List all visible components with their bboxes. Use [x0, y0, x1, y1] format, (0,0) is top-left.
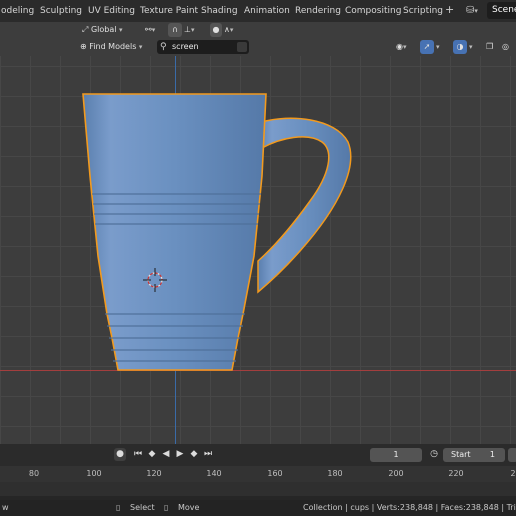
tab-texture-paint[interactable]: Texture Paint — [135, 3, 203, 19]
globe-icon: ⊕ — [80, 42, 87, 51]
mug-handle[interactable] — [257, 117, 352, 294]
ruler-tick: 120 — [146, 469, 162, 478]
3d-viewport[interactable] — [0, 56, 516, 444]
play-reverse-icon: ◀ — [162, 449, 170, 459]
status-select-label: Select — [130, 503, 155, 512]
visibility-dropdown[interactable]: ◉▾ — [396, 40, 416, 54]
find-models-dropdown[interactable]: ⊕ Find Models ▾ — [80, 40, 154, 54]
overlays-dropdown[interactable]: ▾ — [469, 40, 479, 54]
wireframe-icon: ◎ — [502, 42, 509, 51]
play-reverse-button[interactable]: ◀ — [160, 448, 172, 461]
scene-statistics: Collection | cups | Verts:238,848 | Face… — [303, 503, 516, 512]
tab-modeling[interactable]: odeling — [0, 3, 39, 19]
ruler-tick: 2 — [510, 469, 516, 478]
find-models-label: Find Models — [89, 42, 137, 51]
mug-body[interactable] — [82, 93, 267, 371]
falloff-dropdown[interactable]: ∧▾ — [224, 23, 246, 37]
snap-target-icon: ⊥ — [184, 25, 191, 34]
chevron-down-icon: ▾ — [469, 43, 473, 51]
pivot-dropdown[interactable]: ⚯▾ — [145, 23, 165, 37]
workspace-tabs-bar: odeling Sculpting UV Editing Texture Pai… — [0, 0, 516, 22]
start-label: Start — [451, 450, 471, 459]
orientation-icon: ⤢ — [82, 25, 89, 34]
mug-model[interactable] — [0, 56, 516, 444]
snap-target-dropdown[interactable]: ⊥▾ — [184, 23, 206, 37]
clear-search-button[interactable] — [237, 42, 247, 52]
search-value: screen — [172, 42, 199, 51]
status-move-label: Move — [178, 503, 200, 512]
ruler-tick: 180 — [327, 469, 343, 478]
ruler-tick: 220 — [448, 469, 464, 478]
tab-scripting[interactable]: Scripting — [398, 3, 448, 19]
jump-start-icon: ⏮ — [133, 449, 143, 459]
chevron-down-icon: ▾ — [436, 43, 440, 51]
proportional-edit-icon: ● — [212, 25, 220, 34]
add-workspace-button[interactable]: + — [445, 3, 454, 16]
next-keyframe-button[interactable]: ◆ — [188, 448, 200, 461]
ruler-tick: 80 — [28, 469, 40, 478]
timeline-track[interactable] — [0, 482, 516, 496]
viewport-toolbar: ⤢ Global ▾ ⚯▾ ∩ ⊥▾ ● ∧▾ — [0, 22, 516, 38]
pivot-icon: ⚯ — [145, 25, 152, 34]
tab-compositing[interactable]: Compositing — [340, 3, 406, 19]
magnet-icon: ∩ — [172, 25, 178, 34]
scene-name-field[interactable]: Scene — [487, 2, 516, 19]
tab-sculpting[interactable]: Sculpting — [35, 3, 87, 19]
tab-animation[interactable]: Animation — [239, 3, 295, 19]
shading-wireframe-button[interactable]: ◎ — [502, 40, 514, 54]
play-button[interactable]: ▶ — [174, 448, 186, 461]
tab-uv-editing[interactable]: UV Editing — [83, 3, 140, 19]
jump-end-icon: ⏭ — [203, 449, 213, 459]
search-input[interactable]: ⚲ screen — [157, 40, 249, 54]
eye-icon: ◉ — [396, 42, 403, 51]
gizmo-icon: ➚ — [423, 42, 431, 51]
jump-start-button[interactable]: ⏮ — [132, 448, 144, 461]
status-left-fragment: w — [2, 503, 9, 512]
stopwatch-icon[interactable]: ◷ — [428, 448, 440, 461]
search-icon: ⚲ — [160, 42, 167, 52]
snap-toggle[interactable]: ∩ — [168, 23, 182, 37]
mouse-left-icon: ▯ — [116, 503, 121, 512]
overlays-icon: ◑ — [456, 42, 464, 51]
chevron-down-icon: ▾ — [138, 43, 143, 51]
orientation-label: Global — [90, 25, 117, 34]
auto-keying-toggle[interactable]: ● — [114, 448, 126, 461]
record-icon: ● — [116, 449, 124, 459]
next-keyframe-icon: ◆ — [190, 449, 198, 459]
current-frame-field[interactable]: 1 — [370, 448, 422, 462]
ruler-tick: 100 — [86, 469, 102, 478]
ruler-tick: 160 — [267, 469, 283, 478]
mouse-middle-icon: ▯ — [164, 503, 169, 512]
status-bar: w ▯ Select ▯ Move Collection | cups | Ve… — [0, 500, 516, 516]
start-frame-field[interactable]: Start 1 — [443, 448, 505, 462]
prev-keyframe-button[interactable]: ◆ — [146, 448, 158, 461]
ruler-tick: 200 — [388, 469, 404, 478]
gizmo-dropdown[interactable]: ▾ — [436, 40, 446, 54]
prev-keyframe-icon: ◆ — [148, 449, 156, 459]
gizmo-toggle[interactable]: ➚ — [420, 40, 434, 54]
tab-shading[interactable]: Shading — [196, 3, 243, 19]
scene-selector-icon[interactable]: ⛁▾ — [466, 3, 484, 19]
play-icon: ▶ — [176, 449, 184, 459]
proportional-edit-toggle[interactable]: ● — [210, 23, 222, 37]
chevron-down-icon: ▾ — [119, 26, 123, 34]
overlays-toggle[interactable]: ◑ — [453, 40, 467, 54]
ruler-tick: 140 — [206, 469, 222, 478]
orientation-dropdown[interactable]: ⤢ Global ▾ — [82, 23, 140, 37]
jump-end-button[interactable]: ⏭ — [202, 448, 214, 461]
xray-icon: ❐ — [486, 42, 494, 51]
end-frame-field[interactable] — [508, 448, 516, 462]
timeline-ruler[interactable]: 80 100 120 140 160 180 200 220 2 — [0, 466, 516, 482]
xray-toggle[interactable]: ❐ — [486, 40, 498, 54]
tab-rendering[interactable]: Rendering — [290, 3, 346, 19]
start-value: 1 — [489, 450, 495, 459]
